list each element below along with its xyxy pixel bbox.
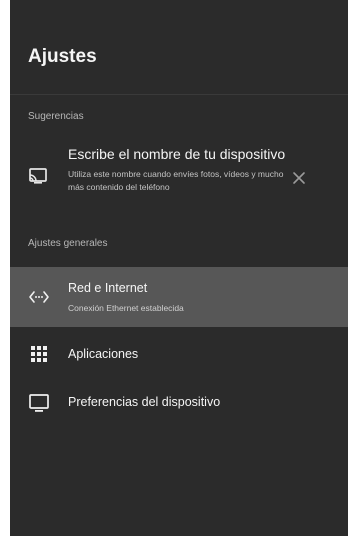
menu-item-apps-label: Aplicaciones: [68, 347, 139, 361]
settings-panel: Ajustes Sugerencias Escribe el nombre de…: [10, 0, 348, 536]
device-name-suggestion[interactable]: Escribe el nombre de tu dispositivo Util…: [10, 140, 348, 220]
page-title: Ajustes: [28, 46, 97, 67]
apps-grid-icon: [28, 343, 50, 365]
menu-item-network-label: Red e Internet: [68, 281, 148, 295]
header-divider: [10, 94, 348, 95]
menu-item-device-preferences[interactable]: Preferencias del dispositivo: [10, 378, 348, 428]
menu-item-apps[interactable]: Aplicaciones: [10, 332, 348, 382]
section-label-general: Ajustes generales: [28, 238, 108, 249]
section-label-suggestions: Sugerencias: [28, 111, 84, 122]
suggestion-title: Escribe el nombre de tu dispositivo: [68, 146, 286, 162]
suggestion-description: Utiliza este nombre cuando envíes fotos,…: [68, 169, 284, 192]
cast-icon: [28, 166, 48, 186]
menu-item-network-status: Conexión Ethernet establecida: [68, 303, 184, 313]
tv-icon: [28, 392, 50, 414]
menu-item-network[interactable]: Red e Internet Conexión Ethernet estable…: [10, 267, 348, 327]
menu-item-device-preferences-label: Preferencias del dispositivo: [68, 395, 221, 409]
ethernet-icon: [28, 286, 50, 308]
close-icon[interactable]: [291, 170, 307, 186]
